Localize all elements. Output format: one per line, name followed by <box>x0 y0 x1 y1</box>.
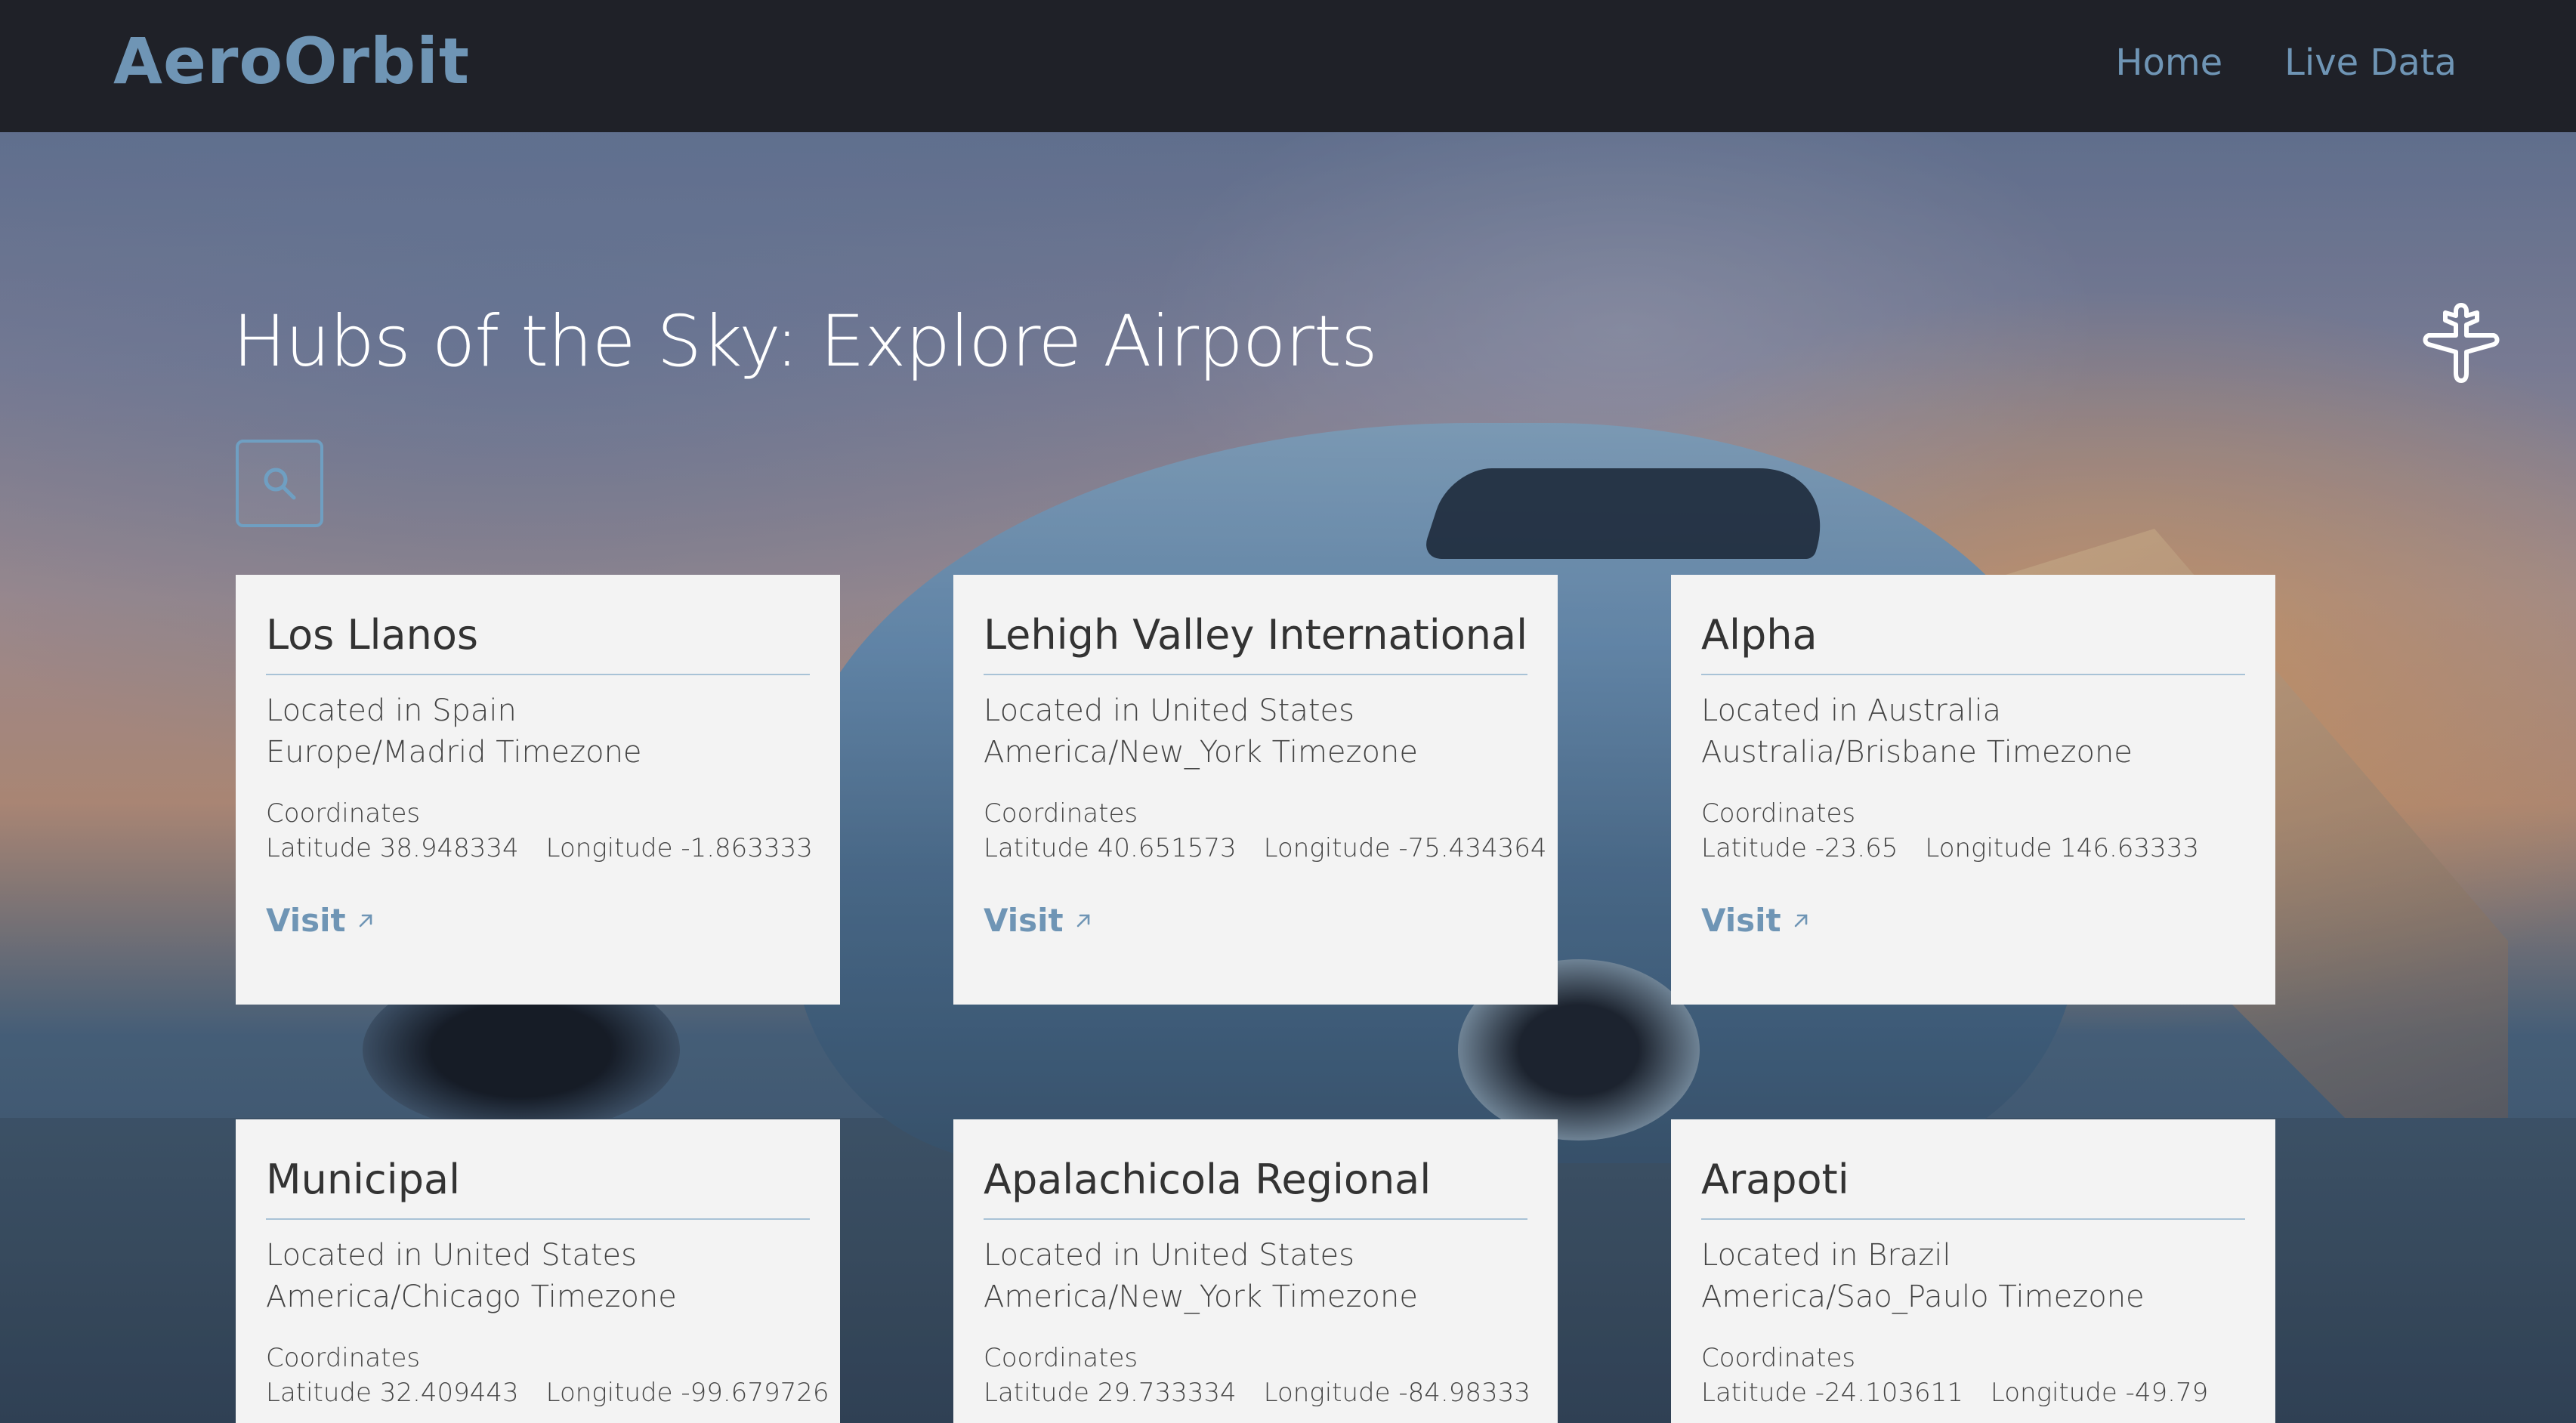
coordinates-values: Latitude -24.103611 Longitude -49.79 <box>1701 1375 2245 1410</box>
site-logo[interactable]: AeroOrbit <box>113 24 470 98</box>
airport-name: Arapoti <box>1701 1156 2245 1220</box>
coordinates-values: Latitude -23.65 Longitude 146.63333 <box>1701 831 2245 866</box>
airport-card: Alpha Located in Australia Australia/Bri… <box>1671 575 2275 1005</box>
site-header: AeroOrbit Home Live Data <box>0 0 2576 132</box>
airport-card: Los Llanos Located in Spain Europe/Madri… <box>236 575 840 1005</box>
airport-country: Located in United States <box>984 1238 1354 1273</box>
latitude-value: Latitude 29.733334 <box>984 1378 1237 1408</box>
main-nav: Home Live Data <box>2115 42 2457 84</box>
airport-country: Located in United States <box>984 693 1354 728</box>
airport-card: Lehigh Valley International Located in U… <box>953 575 1558 1005</box>
coordinates-values: Latitude 38.948334 Longitude -1.863333 <box>266 831 813 866</box>
search-button[interactable] <box>236 440 323 527</box>
airport-name: Lehigh Valley International <box>984 611 1527 675</box>
airport-country: Located in Spain <box>266 693 517 728</box>
latitude-value: Latitude -24.103611 <box>1701 1378 1963 1408</box>
airport-timezone: America/Sao_Paulo Timezone <box>1701 1279 2145 1314</box>
search-icon <box>264 468 296 500</box>
airport-timezone: America/New_York Timezone <box>984 735 1418 770</box>
airport-country: Located in United States <box>266 1238 637 1273</box>
airport-name: Alpha <box>1701 611 2245 675</box>
longitude-value: Longitude -99.679726 <box>545 1378 829 1408</box>
arrow-up-right-icon <box>1076 914 1089 927</box>
longitude-value: Longitude -1.863333 <box>545 833 813 863</box>
longitude-value: Longitude -75.434364 <box>1263 833 1547 863</box>
airport-timezone: America/New_York Timezone <box>984 1279 1418 1314</box>
longitude-value: Longitude 146.63333 <box>1925 833 2199 863</box>
coordinates-values: Latitude 40.651573 Longitude -75.434364 <box>984 831 1546 866</box>
latitude-value: Latitude 38.948334 <box>266 833 519 863</box>
airport-timezone: Europe/Madrid Timezone <box>266 735 642 770</box>
airport-country: Located in Brazil <box>1701 1238 1951 1273</box>
visit-label: Visit <box>1701 902 1781 939</box>
visit-label: Visit <box>266 902 346 939</box>
latitude-value: Latitude -23.65 <box>1701 833 1898 863</box>
visit-label: Visit <box>984 902 1064 939</box>
arrow-up-right-icon <box>1794 914 1807 927</box>
airport-card: Arapoti Located in Brazil America/Sao_Pa… <box>1671 1119 2275 1423</box>
airport-timezone: America/Chicago Timezone <box>266 1279 677 1314</box>
nav-link-live-data[interactable]: Live Data <box>2284 42 2457 84</box>
airport-country: Located in Australia <box>1701 693 2002 728</box>
visit-link[interactable]: Visit <box>1701 902 1810 939</box>
visit-link[interactable]: Visit <box>266 902 375 939</box>
arrow-up-right-icon <box>359 914 372 927</box>
airport-card: Municipal Located in United States Ameri… <box>236 1119 840 1423</box>
coordinates-label: Coordinates <box>266 1343 421 1373</box>
latitude-value: Latitude 32.409443 <box>266 1378 519 1408</box>
airport-name: Municipal <box>266 1156 810 1220</box>
coordinates-label: Coordinates <box>266 798 421 829</box>
coordinates-values: Latitude 29.733334 Longitude -84.98333 <box>984 1375 1530 1410</box>
coordinates-label: Coordinates <box>1701 798 1856 829</box>
coordinates-label: Coordinates <box>984 1343 1138 1373</box>
nav-link-home[interactable]: Home <box>2115 42 2222 84</box>
airport-name: Apalachicola Regional <box>984 1156 1527 1220</box>
visit-link[interactable]: Visit <box>984 902 1092 939</box>
airport-timezone: Australia/Brisbane Timezone <box>1701 735 2133 770</box>
page-title: Hubs of the Sky: Explore Airports <box>233 301 1378 383</box>
airplane-icon <box>2423 303 2500 383</box>
coordinates-label: Coordinates <box>984 798 1138 829</box>
airport-card: Apalachicola Regional Located in United … <box>953 1119 1558 1423</box>
coordinates-values: Latitude 32.409443 Longitude -99.679726 <box>266 1375 829 1410</box>
airport-name: Los Llanos <box>266 611 810 675</box>
latitude-value: Latitude 40.651573 <box>984 833 1237 863</box>
longitude-value: Longitude -49.79 <box>1990 1378 2209 1408</box>
coordinates-label: Coordinates <box>1701 1343 1856 1373</box>
longitude-value: Longitude -84.98333 <box>1263 1378 1530 1408</box>
